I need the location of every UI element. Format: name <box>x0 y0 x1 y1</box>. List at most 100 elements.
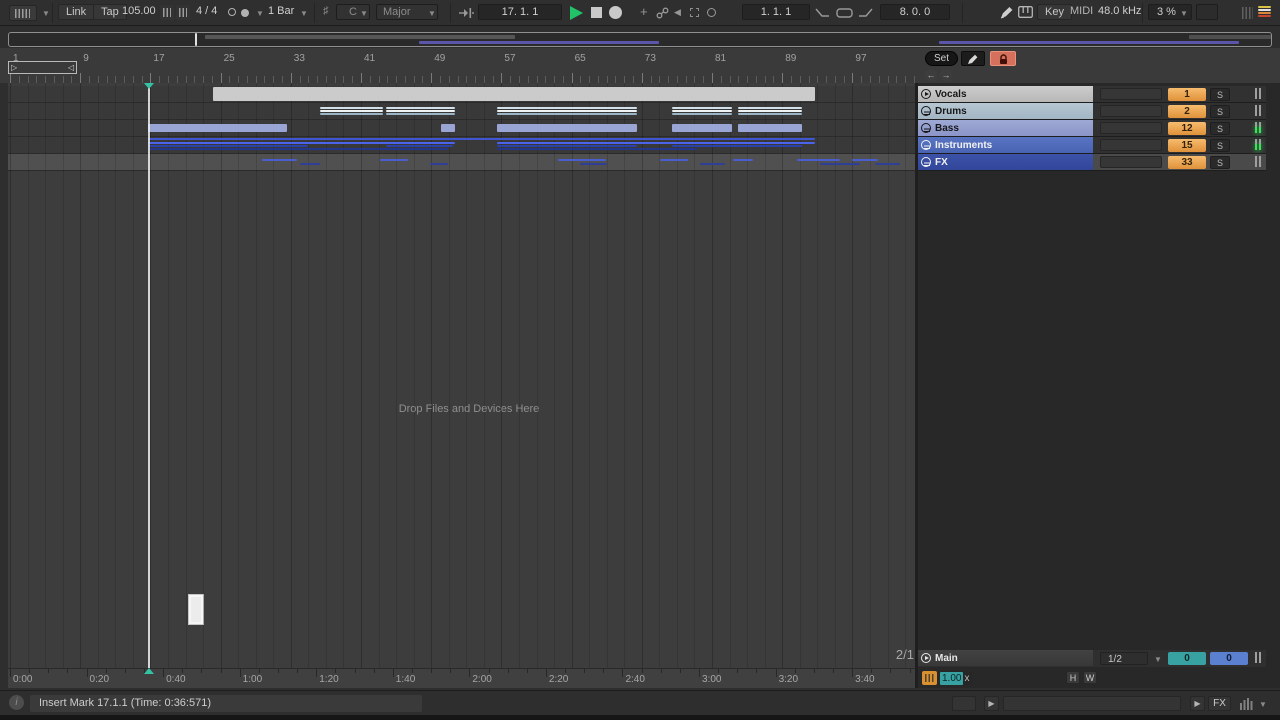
loop-toggle-icon[interactable] <box>707 8 716 17</box>
audition-button[interactable] <box>922 671 937 685</box>
scale-name-caret-icon[interactable]: ▼ <box>428 9 436 18</box>
clip-fx[interactable] <box>875 163 900 165</box>
clip-instruments[interactable] <box>148 138 815 140</box>
clip-fx[interactable] <box>733 159 753 161</box>
loop-region-button[interactable] <box>836 8 853 21</box>
clip-fx[interactable] <box>820 163 860 165</box>
midi-map-button[interactable]: MIDI <box>1070 5 1093 17</box>
track-state-box[interactable] <box>1100 122 1162 134</box>
punch-out-icon[interactable] <box>858 8 873 21</box>
track-row-vocals[interactable]: Vocals 1 S <box>918 86 1266 102</box>
time-ruler[interactable]: 0:00 0:20 0:40 1:00 1:20 1:40 2:00 2:20 2:40 3:00… <box>8 668 915 688</box>
track-header-instruments[interactable]: Instruments <box>918 137 1093 153</box>
track-solo-button[interactable]: S <box>1210 87 1230 101</box>
lock-envelopes-button[interactable] <box>990 51 1016 66</box>
clip-instruments[interactable] <box>148 141 455 144</box>
track-row-drums[interactable]: Drums 2 S <box>918 103 1266 119</box>
loop-length-field[interactable]: 8. 0. 0 <box>880 4 950 20</box>
cpu-meter-icon[interactable] <box>1258 6 1271 18</box>
clip-fx[interactable] <box>700 163 725 165</box>
metronome-caret-icon[interactable]: ▼ <box>256 9 264 18</box>
crossfade-selector[interactable]: 1/2 <box>1100 652 1148 665</box>
clip-vocals[interactable] <box>213 87 815 101</box>
follow-button[interactable] <box>458 8 474 21</box>
clip-instruments[interactable] <box>148 148 448 150</box>
arrangement-canvas[interactable]: Drop Files and Devices Here 2/1 <box>8 83 915 668</box>
clip-drums[interactable] <box>738 113 802 115</box>
capture-midi-button[interactable] <box>656 7 669 22</box>
clip-drums[interactable] <box>672 110 732 112</box>
clip-drums[interactable] <box>672 113 732 115</box>
record-button[interactable] <box>609 6 622 19</box>
previous-locator-button[interactable]: ← <box>925 69 937 81</box>
main-track-row[interactable]: Main 1/2 ▼ 0 0 <box>918 650 1266 667</box>
marquee-mode-button[interactable] <box>690 8 699 17</box>
clip-fx[interactable] <box>852 159 878 161</box>
overdub-plus-button[interactable]: + <box>640 4 648 19</box>
status-fx-button[interactable]: FX <box>1208 696 1231 711</box>
track-lane-fx[interactable] <box>8 154 915 170</box>
output-meter-icon[interactable] <box>1240 697 1256 713</box>
clip-drums[interactable] <box>320 110 383 112</box>
clip-drums[interactable] <box>672 107 732 109</box>
track-header-fx[interactable]: FX <box>918 154 1093 170</box>
clip-drums[interactable] <box>441 110 455 112</box>
computer-midi-keyboard-button[interactable] <box>1018 6 1033 21</box>
track-row-bass[interactable]: Bass 12 S <box>918 120 1266 136</box>
info-icon[interactable]: i <box>9 695 24 710</box>
track-activator-button[interactable]: 1 <box>1168 87 1206 101</box>
main-volume-field[interactable]: 0 <box>1210 652 1248 665</box>
track-header-bass[interactable]: Bass <box>918 120 1093 136</box>
scale-icon[interactable]: ♯ <box>323 5 329 17</box>
quantization-menu[interactable]: 1 Bar <box>268 5 294 17</box>
track-lines-icon[interactable] <box>921 157 931 167</box>
track-solo-button[interactable]: S <box>1210 155 1230 169</box>
clip-instruments[interactable] <box>148 145 308 147</box>
track-solo-button[interactable]: S <box>1210 138 1230 152</box>
clip-fx[interactable] <box>430 163 448 165</box>
next-locator-button[interactable]: → <box>940 69 952 81</box>
playhead-top-marker[interactable] <box>144 83 154 89</box>
clip-bass[interactable] <box>738 124 802 132</box>
clip-fx[interactable] <box>660 159 688 161</box>
automation-mode-button[interactable] <box>961 51 985 66</box>
track-solo-button[interactable]: S <box>1210 121 1230 135</box>
draw-mode-button[interactable] <box>1000 6 1014 22</box>
set-locator-button[interactable]: Set <box>925 51 959 66</box>
track-row-instruments[interactable]: Instruments 15 S <box>918 137 1266 153</box>
playback-speed-field[interactable]: 1.00 x <box>940 671 973 685</box>
optimize-height-button[interactable]: H <box>1066 671 1080 684</box>
punch-in-icon[interactable] <box>815 8 830 21</box>
cue-volume-field[interactable]: 0 <box>1168 652 1206 665</box>
play-button[interactable] <box>570 6 583 20</box>
main-track-header[interactable]: Main <box>918 650 1093 666</box>
loop-start-field[interactable]: 1. 1. 1 <box>742 4 810 20</box>
track-state-box[interactable] <box>1100 139 1162 151</box>
clip-bass[interactable] <box>441 124 455 132</box>
track-state-box[interactable] <box>1100 105 1162 117</box>
clip-fx[interactable] <box>580 163 607 165</box>
clip-bass[interactable] <box>672 124 732 132</box>
nudge-up-button[interactable] <box>176 5 190 20</box>
clip-drums[interactable] <box>320 113 383 115</box>
clip-drums[interactable] <box>441 107 455 109</box>
crossfade-caret-icon[interactable]: ▼ <box>1154 655 1162 664</box>
clip-instruments[interactable] <box>497 141 815 144</box>
track-lines-icon[interactable] <box>921 123 931 133</box>
clip-fx[interactable] <box>380 159 408 161</box>
track-state-box[interactable] <box>1100 88 1162 100</box>
tempo-field[interactable]: 105.00 <box>122 5 156 17</box>
clip-drums[interactable] <box>497 110 637 112</box>
link-button[interactable]: Link <box>58 4 95 20</box>
clip-bass[interactable] <box>497 124 637 132</box>
playhead-bottom-marker[interactable] <box>144 668 154 674</box>
key-map-button[interactable]: Key <box>1037 4 1072 20</box>
clip-fx[interactable] <box>300 163 320 165</box>
clip-fx[interactable] <box>262 159 297 161</box>
clip-drums[interactable] <box>441 113 455 115</box>
nudge-down-button[interactable] <box>160 5 174 20</box>
clip-drums[interactable] <box>497 113 637 115</box>
clip-instruments[interactable] <box>497 145 637 147</box>
track-header-vocals[interactable]: Vocals <box>918 86 1093 102</box>
track-activator-button[interactable]: 33 <box>1168 155 1206 169</box>
